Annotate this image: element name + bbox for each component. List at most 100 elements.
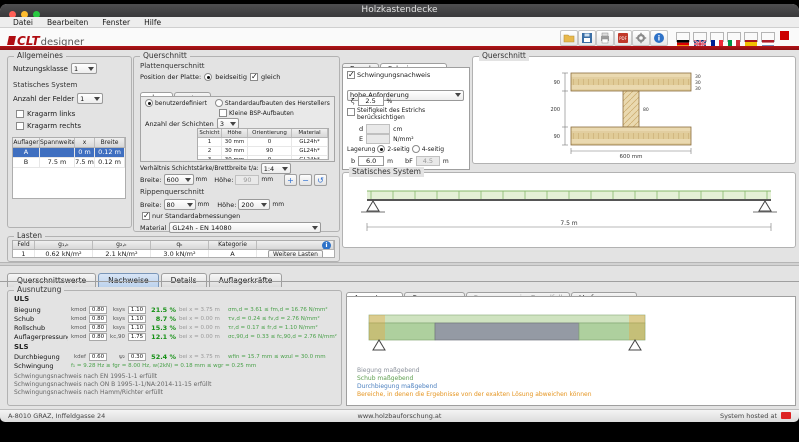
pdf-export-button[interactable]: PDF bbox=[614, 30, 632, 46]
menu-datei[interactable]: Datei bbox=[6, 18, 40, 27]
menu-hilfe[interactable]: Hilfe bbox=[137, 18, 168, 27]
feldbreite-row: bF 4.5 m bbox=[405, 156, 449, 166]
utilization-diagram bbox=[368, 314, 646, 351]
chevron-down-icon bbox=[229, 121, 236, 126]
kragarm-links-checkbox[interactable] bbox=[16, 110, 24, 118]
layer-row[interactable]: 3 30 mm 0 GL24h* bbox=[198, 156, 328, 159]
weitere-lasten-button[interactable]: Weitere Lasten bbox=[268, 250, 323, 257]
column-header[interactable]: g₂,ₖ bbox=[93, 241, 151, 249]
column-header[interactable]: Feld bbox=[13, 241, 35, 249]
breite-input[interactable]: 600 bbox=[163, 174, 194, 185]
verhaeltnis-select[interactable]: 1:4 bbox=[260, 163, 291, 174]
standardabmessungen-label: nur Standardabmessungen bbox=[152, 212, 241, 220]
estrich-e-unit: N/mm² bbox=[393, 135, 414, 143]
material-select[interactable]: GL24h - EN 14080 bbox=[169, 222, 322, 233]
layer-row[interactable]: 1 30 mm 0 GL24h* bbox=[198, 138, 328, 147]
tab-auflagerkraefte[interactable]: Auflagerkräfte bbox=[208, 273, 283, 287]
position-beidseitig-radio[interactable] bbox=[204, 73, 213, 81]
utilization-value: 21.5 % bbox=[151, 305, 176, 314]
position-gleich-checkbox[interactable] bbox=[249, 72, 258, 81]
estrich-checkbox[interactable] bbox=[347, 108, 355, 116]
estrich-d-input[interactable] bbox=[366, 124, 391, 134]
table-row[interactable]: B 7.5 m 7.5 m 0.12 m bbox=[13, 158, 125, 168]
lasten-row[interactable]: 1 0.62 kN/m² 2.1 kN/m² 3.0 kN/m² A Weite… bbox=[13, 250, 334, 257]
column-header[interactable]: Orientierung bbox=[248, 129, 292, 137]
clt-logo-icon bbox=[7, 36, 16, 45]
print-button[interactable] bbox=[596, 30, 614, 46]
psi2-field[interactable]: 0.30 bbox=[128, 352, 146, 361]
anzahl-felder-select[interactable]: 1 bbox=[77, 93, 104, 104]
ksys-field[interactable]: 1.10 bbox=[128, 323, 146, 332]
column-header[interactable]: Kategorie bbox=[209, 241, 257, 249]
window-titlebar: Holzkastendecke bbox=[0, 4, 799, 18]
column-header[interactable]: Höhe bbox=[222, 129, 248, 137]
rippen-hoehe-input[interactable]: 200 bbox=[238, 199, 271, 210]
flag-german-icon[interactable] bbox=[676, 32, 690, 48]
save-project-button[interactable] bbox=[578, 30, 596, 46]
column-header[interactable]: Schicht bbox=[198, 129, 222, 137]
tab-nachweise[interactable]: Nachweise bbox=[98, 273, 159, 287]
benutzerdefiniert-radio[interactable] bbox=[145, 99, 153, 107]
reset-layers-button[interactable]: ↺ bbox=[314, 174, 327, 186]
statisches-system-title: Statisches System bbox=[349, 167, 424, 177]
estrich-e-input[interactable] bbox=[366, 134, 391, 144]
column-header[interactable]: g₁,ₖ bbox=[35, 241, 93, 249]
flag-italian-icon[interactable] bbox=[727, 32, 741, 48]
layer-row[interactable]: 2 30 mm 90 GL24h* bbox=[198, 147, 328, 156]
plate-strip bbox=[368, 314, 646, 324]
lagerung-2seitig-radio[interactable] bbox=[377, 145, 386, 153]
menubar: Datei Bearbeiten Fenster Hilfe bbox=[0, 17, 799, 28]
standardabmessungen-checkbox[interactable] bbox=[142, 211, 150, 220]
flag-french-icon[interactable] bbox=[710, 32, 724, 48]
kmod-field[interactable]: 0.80 bbox=[89, 314, 107, 323]
open-project-button[interactable] bbox=[560, 30, 578, 46]
uls-section-label: ULS bbox=[14, 295, 30, 303]
material-label: Material bbox=[140, 223, 167, 232]
kleine-bsp-checkbox[interactable] bbox=[219, 109, 227, 117]
nutzungsklasse-select[interactable]: 1 bbox=[70, 63, 97, 74]
ksys-field[interactable]: 1.10 bbox=[128, 314, 146, 323]
column-header[interactable]: Breite bbox=[95, 138, 125, 147]
kc90-field[interactable]: 1.75 bbox=[128, 332, 146, 341]
rippen-breite-input[interactable]: 80 bbox=[163, 199, 196, 210]
estrich-d-unit: cm bbox=[393, 125, 403, 133]
kmod-field[interactable]: 0.80 bbox=[89, 305, 107, 314]
settings-button[interactable] bbox=[632, 30, 650, 46]
flag-spanish-icon[interactable] bbox=[744, 32, 758, 48]
standardaufbauten-radio[interactable] bbox=[214, 99, 223, 107]
bf-input[interactable]: 4.5 bbox=[415, 156, 440, 166]
info-icon[interactable]: i bbox=[322, 241, 331, 249]
settings-gear-icon bbox=[635, 32, 647, 44]
table-row[interactable]: A 0 m 0.12 m bbox=[13, 148, 125, 158]
ksys-field[interactable]: 1.10 bbox=[128, 305, 146, 314]
kmod-field[interactable]: 0.80 bbox=[89, 332, 107, 341]
chevron-down-icon bbox=[184, 177, 191, 182]
column-header[interactable]: Material bbox=[292, 129, 328, 137]
column-header[interactable]: Auflager bbox=[13, 138, 40, 147]
remove-layer-button[interactable]: − bbox=[299, 174, 312, 186]
schwingungsnachweis-label: Schwingungsnachweis bbox=[357, 71, 431, 79]
column-header[interactable]: Spannweite bbox=[40, 138, 75, 147]
zeta-input[interactable]: 2.5 bbox=[357, 96, 384, 106]
platte-breite-row: Breite: 600 mm Höhe: 90 mm bbox=[140, 174, 273, 185]
menu-fenster[interactable]: Fenster bbox=[95, 18, 137, 27]
info-button[interactable]: i bbox=[650, 30, 668, 46]
column-header[interactable]: x bbox=[75, 138, 95, 147]
flag-dutch-icon[interactable] bbox=[761, 32, 775, 48]
tab-details[interactable]: Details bbox=[160, 273, 207, 287]
nutzungsklasse-label: Nutzungsklasse bbox=[13, 64, 68, 73]
anzahl-schichten-label: Anzahl der Schichten bbox=[145, 119, 214, 128]
column-header[interactable]: qₖ bbox=[151, 241, 209, 249]
rippen-breite-label: Breite: bbox=[140, 200, 162, 209]
b-input[interactable]: 6.0 bbox=[358, 156, 385, 166]
flag-english-icon[interactable] bbox=[693, 32, 707, 49]
schwingungsnachweis-checkbox[interactable] bbox=[347, 70, 355, 79]
kdef-field[interactable]: 0.60 bbox=[89, 352, 107, 361]
lagerung-4seitig-radio[interactable] bbox=[411, 145, 420, 153]
footer-website[interactable]: www.holzbauforschung.at bbox=[0, 410, 799, 422]
add-layer-button[interactable]: + bbox=[284, 174, 297, 186]
splitpane-divider[interactable] bbox=[0, 262, 799, 266]
kragarm-rechts-checkbox[interactable] bbox=[16, 122, 24, 130]
kmod-field[interactable]: 0.80 bbox=[89, 323, 107, 332]
menu-bearbeiten[interactable]: Bearbeiten bbox=[40, 18, 95, 27]
